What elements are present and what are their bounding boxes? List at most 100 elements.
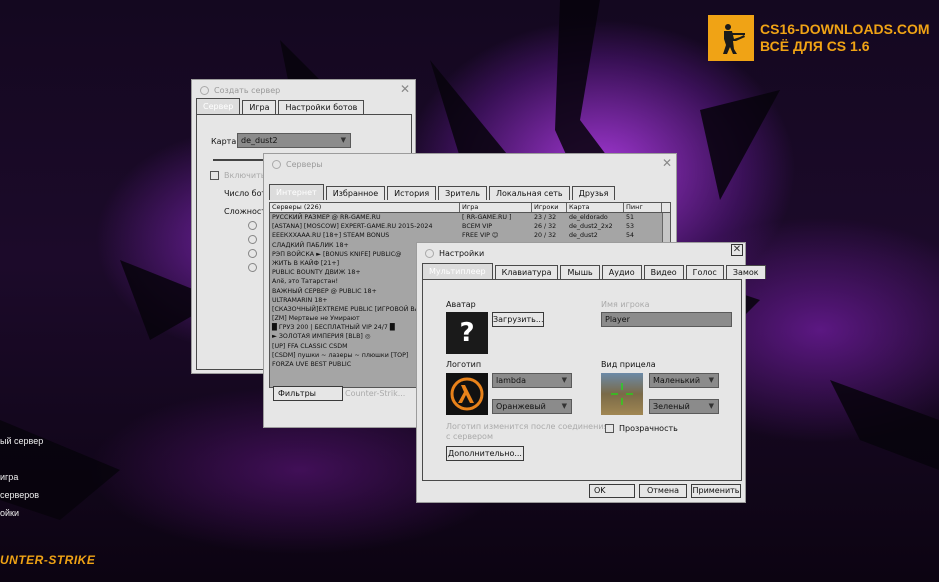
- logo-note-line2: с сервером: [446, 432, 493, 441]
- crosshair-color-select[interactable]: Зеленый ▼: [649, 399, 719, 414]
- filters-button[interactable]: Фильтры: [273, 386, 343, 401]
- server-game: FREE VIP ☺: [462, 232, 499, 240]
- menu-item-find-servers[interactable]: серверов: [0, 490, 39, 500]
- avatar-placeholder-icon: ?: [446, 312, 488, 354]
- chevron-down-icon: ▼: [340, 136, 346, 144]
- column-header-servers[interactable]: Серверы (226): [270, 203, 460, 212]
- cancel-button[interactable]: Отмена: [639, 484, 687, 498]
- server-map: de_dust2: [569, 232, 598, 240]
- tab-friends[interactable]: Друзья: [571, 186, 616, 200]
- logo-color-value: Оранжевый: [496, 402, 546, 411]
- difficulty-radio[interactable]: [248, 249, 257, 258]
- server-ping: 51: [626, 214, 635, 221]
- settings-window: Настройки ✕ Мультиплеер Клавиатура Мышь …: [416, 242, 766, 503]
- window-icon: [425, 249, 434, 258]
- server-list-header: Серверы (226) Игра Игроки Карта Пинг: [270, 203, 670, 213]
- server-players: 23 / 32: [534, 214, 557, 221]
- crosshair-preview: [601, 373, 643, 415]
- map-value: de_dust2: [241, 136, 278, 145]
- menu-item-new-game[interactable]: игра: [0, 472, 18, 482]
- bot-count-label: Число бот: [224, 189, 267, 198]
- logo-color-select[interactable]: Оранжевый ▼: [492, 399, 572, 414]
- tab-favorites[interactable]: Избранное: [325, 186, 386, 200]
- chevron-down-icon: ▼: [708, 402, 714, 410]
- site-tagline: ВСЁ ДЛЯ CS 1.6: [760, 38, 870, 54]
- apply-button[interactable]: Применить: [691, 484, 741, 498]
- crosshair-size-select[interactable]: Маленький ▼: [649, 373, 719, 388]
- menu-item-settings[interactable]: ойки: [0, 508, 19, 518]
- tab-internet[interactable]: Интернет: [269, 184, 324, 200]
- server-players: 20 / 32: [534, 232, 557, 240]
- window-icon: [200, 86, 209, 95]
- game-logo: UNTER-STRIKE: [0, 553, 96, 567]
- window-icon: [272, 160, 281, 169]
- tab-lan[interactable]: Локальная сеть: [488, 186, 570, 200]
- logo-label: Логотип: [446, 360, 482, 369]
- tab-history[interactable]: История: [387, 186, 437, 200]
- close-icon[interactable]: ✕: [731, 244, 743, 256]
- column-header-game[interactable]: Игра: [460, 203, 532, 212]
- server-ping: 53: [626, 223, 635, 231]
- tab-voice[interactable]: Голос: [685, 265, 724, 279]
- close-icon[interactable]: ✕: [400, 82, 410, 96]
- crosshair-color-value: Зеленый: [653, 402, 690, 411]
- difficulty-radio[interactable]: [248, 263, 257, 272]
- tab-keyboard[interactable]: Клавиатура: [494, 265, 559, 279]
- crosshair-label: Вид прицела: [601, 360, 656, 369]
- transparency-label: Прозрачность: [619, 424, 678, 433]
- ok-button[interactable]: OK: [589, 484, 635, 498]
- filter-game-label: Counter-Strik...: [345, 389, 406, 398]
- player-name-input[interactable]: Player: [601, 312, 732, 327]
- server-name: РУССКИЙ РАЗМЕР @ RR-GAME.RU: [272, 214, 381, 221]
- avatar-label: Аватар: [446, 300, 476, 309]
- multiplayer-panel: Аватар ? Загрузить... Имя игрока Player …: [422, 279, 742, 481]
- crosshair-size-value: Маленький: [653, 376, 701, 385]
- server-ping: 54: [626, 232, 635, 240]
- column-header-map[interactable]: Карта: [567, 203, 624, 212]
- column-header-ping[interactable]: Пинг: [624, 203, 662, 212]
- tab-mouse[interactable]: Мышь: [560, 265, 600, 279]
- server-players: 26 / 32: [534, 223, 557, 231]
- tab-server[interactable]: Сервер: [196, 98, 241, 114]
- upload-avatar-button[interactable]: Загрузить...: [492, 312, 544, 327]
- tab-audio[interactable]: Аудио: [601, 265, 642, 279]
- tab-game[interactable]: Игра: [242, 100, 277, 114]
- table-row[interactable]: ЕЕЕКХХААА.RU [18+] STEAM BONUS FREE VIP ☺…: [270, 231, 670, 240]
- transparency-checkbox[interactable]: [605, 424, 614, 433]
- logo-value: lambda: [496, 376, 526, 385]
- server-map: de_eldorado: [569, 214, 608, 221]
- tab-video[interactable]: Видео: [643, 265, 684, 279]
- table-row[interactable]: [ASTANA] [MOSCOW] EXPERT-GAME.RU 2015-20…: [270, 222, 670, 231]
- window-title: Серверы: [286, 160, 323, 169]
- difficulty-radio[interactable]: [248, 221, 257, 230]
- server-name: [ASTANA] [MOSCOW] EXPERT-GAME.RU 2015-20…: [272, 223, 433, 231]
- window-title: Настройки: [439, 249, 485, 258]
- tab-multiplayer[interactable]: Мультиплеер: [422, 263, 493, 279]
- logo-note-line1: Логотип изменится после соединения: [446, 422, 609, 431]
- site-logo: CS16-DOWNLOADS.COM ВСЁ ДЛЯ CS 1.6: [708, 15, 930, 61]
- menu-item-new-server[interactable]: ый сервер: [0, 436, 43, 446]
- tab-lock[interactable]: Замок: [725, 265, 766, 279]
- lambda-logo-icon: [446, 373, 488, 415]
- site-name: CS16-DOWNLOADS.COM: [760, 21, 930, 37]
- chevron-down-icon: ▼: [708, 376, 714, 384]
- advanced-button[interactable]: Дополнительно...: [446, 446, 524, 461]
- tab-spectate[interactable]: Зритель: [438, 186, 487, 200]
- logo-select[interactable]: lambda ▼: [492, 373, 572, 388]
- close-icon[interactable]: ✕: [662, 156, 672, 170]
- map-select[interactable]: de_dust2 ▼: [237, 133, 351, 148]
- server-game: ВСЕМ VIP: [462, 223, 493, 231]
- chevron-down-icon: ▼: [561, 376, 567, 384]
- enable-bots-checkbox[interactable]: [210, 171, 219, 180]
- tab-bot-settings[interactable]: Настройки ботов: [278, 100, 365, 114]
- soldier-icon: [708, 15, 754, 61]
- chevron-down-icon: ▼: [561, 402, 567, 410]
- server-map: de_dust2_2x2: [569, 223, 613, 231]
- column-header-players[interactable]: Игроки: [532, 203, 567, 212]
- enable-bots-label: Включить: [224, 171, 266, 180]
- server-name: ЕЕЕКХХААА.RU [18+] STEAM BONUS: [272, 232, 390, 240]
- difficulty-radio[interactable]: [248, 235, 257, 244]
- server-game: [ RR-GAME.RU ]: [462, 214, 512, 221]
- player-name-label: Имя игрока: [601, 300, 650, 309]
- table-row[interactable]: РУССКИЙ РАЗМЕР @ RR-GAME.RU [ RR-GAME.RU …: [270, 213, 670, 222]
